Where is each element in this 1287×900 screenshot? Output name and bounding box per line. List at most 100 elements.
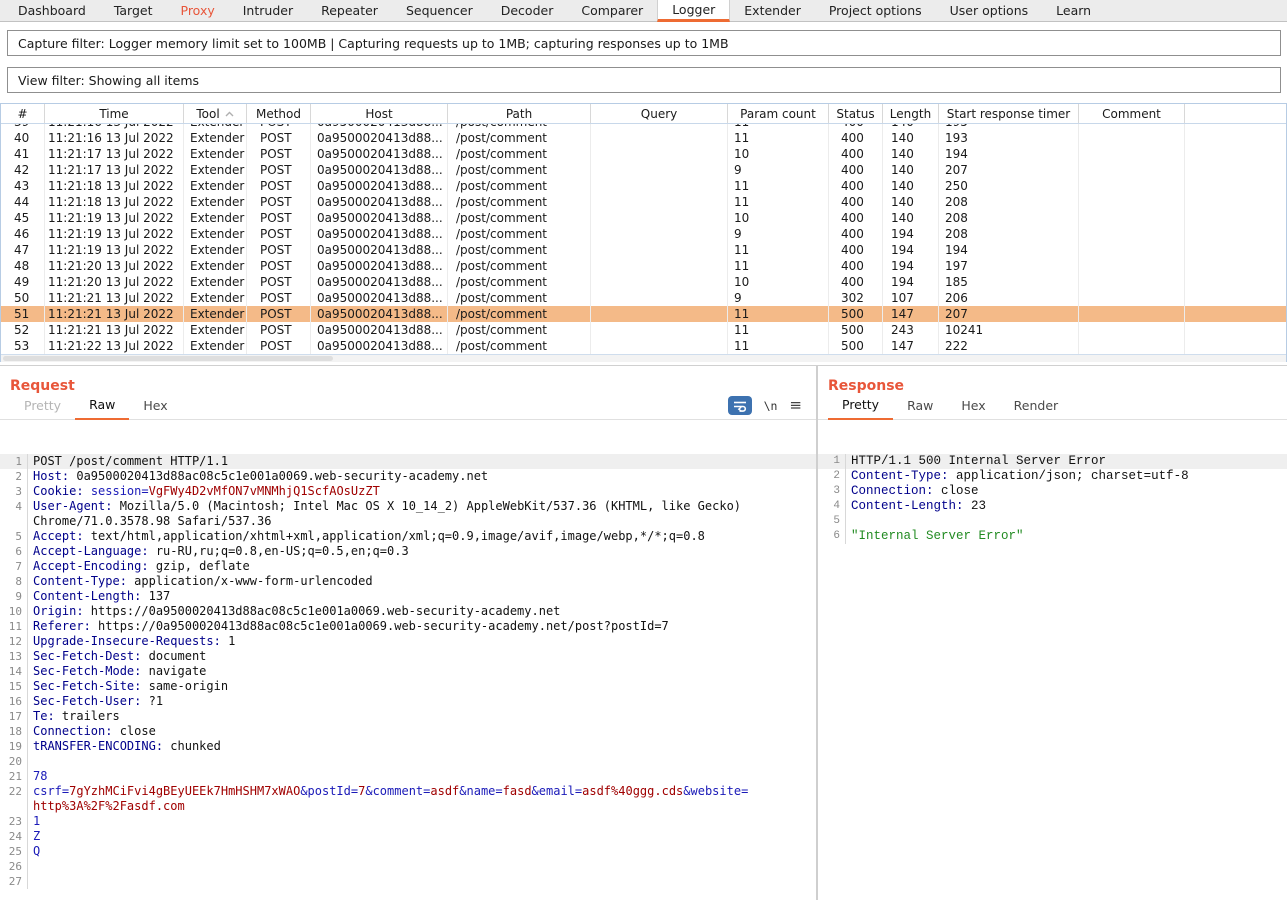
- newline-icon[interactable]: \n: [764, 399, 778, 413]
- editor-line: 15Sec-Fetch-Site: same-origin: [0, 679, 816, 694]
- main-tab-dashboard[interactable]: Dashboard: [4, 0, 100, 21]
- cell-param: 11: [728, 338, 829, 354]
- capture-filter-bar[interactable]: Capture filter: Logger memory limit set …: [7, 30, 1281, 56]
- cell-filler: [1185, 194, 1286, 210]
- table-row-49[interactable]: 4911:21:20 13 Jul 2022ExtenderPOST0a9500…: [1, 274, 1286, 290]
- cell-param: 10: [728, 210, 829, 226]
- column-header-method[interactable]: Method: [247, 104, 311, 123]
- table-row-44[interactable]: 4411:21:18 13 Jul 2022ExtenderPOST0a9500…: [1, 194, 1286, 210]
- table-row-41[interactable]: 4111:21:17 13 Jul 2022ExtenderPOST0a9500…: [1, 146, 1286, 162]
- table-row-51[interactable]: 5111:21:21 13 Jul 2022ExtenderPOST0a9500…: [1, 306, 1286, 322]
- main-tab-learn[interactable]: Learn: [1042, 0, 1105, 21]
- cell-filler: [1185, 274, 1286, 290]
- cell-param: 11: [728, 322, 829, 338]
- table-row-40[interactable]: 4011:21:16 13 Jul 2022ExtenderPOST0a9500…: [1, 130, 1286, 146]
- word-wrap-toggle-icon[interactable]: [728, 396, 752, 415]
- cell-time: 11:21:21 13 Jul 2022: [45, 322, 184, 338]
- cell-time: 11:21:18 13 Jul 2022: [45, 178, 184, 194]
- table-row-50[interactable]: 5011:21:21 13 Jul 2022ExtenderPOST0a9500…: [1, 290, 1286, 306]
- table-body[interactable]: 3911:21:16 13 Jul 2022ExtenderPOST0a9500…: [1, 124, 1286, 354]
- editor-line: 8Content-Type: application/x-www-form-ur…: [0, 574, 816, 589]
- cell-time: 11:21:21 13 Jul 2022: [45, 290, 184, 306]
- line-number: 9: [0, 589, 28, 604]
- table-row-42[interactable]: 4211:21:17 13 Jul 2022ExtenderPOST0a9500…: [1, 162, 1286, 178]
- main-tab-user-options[interactable]: User options: [936, 0, 1043, 21]
- main-tab-proxy[interactable]: Proxy: [167, 0, 229, 21]
- editor-line: 2178: [0, 769, 816, 784]
- column-header-query[interactable]: Query: [591, 104, 728, 123]
- response-panel: Response PrettyRawHexRender 1HTTP/1.1 50…: [818, 366, 1287, 900]
- column-header-time[interactable]: Time: [45, 104, 184, 123]
- column-header-tool[interactable]: Tool: [184, 104, 247, 123]
- editor-line: 4User-Agent: Mozilla/5.0 (Macintosh; Int…: [0, 499, 816, 514]
- cell-method: POST: [247, 338, 311, 354]
- column-label: Comment: [1102, 107, 1161, 121]
- column-header-path[interactable]: Path: [448, 104, 591, 123]
- table-row-46[interactable]: 4611:21:19 13 Jul 2022ExtenderPOST0a9500…: [1, 226, 1286, 242]
- line-content: Sec-Fetch-Site: same-origin: [28, 679, 228, 694]
- response-editor[interactable]: 1HTTP/1.1 500 Internal Server Error2Cont…: [818, 454, 1287, 900]
- column-header-length[interactable]: Length: [883, 104, 939, 123]
- main-tab-repeater[interactable]: Repeater: [307, 0, 392, 21]
- cell-param: 9: [728, 290, 829, 306]
- column-label: Length: [890, 107, 931, 121]
- line-content: Connection: close: [846, 484, 979, 499]
- table-row-52[interactable]: 5211:21:21 13 Jul 2022ExtenderPOST0a9500…: [1, 322, 1286, 338]
- editor-line: 26: [0, 859, 816, 874]
- horizontal-scrollbar-thumb[interactable]: [3, 356, 333, 361]
- column-header-start-response-timer[interactable]: Start response timer: [939, 104, 1079, 123]
- main-tab-comparer[interactable]: Comparer: [567, 0, 657, 21]
- main-tab-intruder[interactable]: Intruder: [229, 0, 307, 21]
- main-tab-extender[interactable]: Extender: [730, 0, 815, 21]
- response-tab-render[interactable]: Render: [1000, 394, 1073, 419]
- cell-host: 0a9500020413d88...: [311, 178, 448, 194]
- response-tab-raw[interactable]: Raw: [893, 394, 947, 419]
- cell-host: 0a9500020413d88...: [311, 258, 448, 274]
- main-tab-logger[interactable]: Logger: [657, 0, 730, 22]
- column-header-num[interactable]: #: [1, 104, 45, 123]
- response-tab-hex[interactable]: Hex: [947, 394, 999, 419]
- line-number: 15: [0, 679, 28, 694]
- column-header-host[interactable]: Host: [311, 104, 448, 123]
- view-filter-bar[interactable]: View filter: Showing all items: [7, 67, 1281, 93]
- editor-line: 2Content-Type: application/json; charset…: [818, 469, 1287, 484]
- cell-comment: [1079, 290, 1185, 306]
- cell-query: [591, 162, 728, 178]
- cell-time: 11:21:19 13 Jul 2022: [45, 210, 184, 226]
- cell-path: /post/comment: [448, 322, 591, 338]
- line-content: 1: [28, 814, 40, 829]
- editor-line: 5: [818, 514, 1287, 529]
- main-tab-target[interactable]: Target: [100, 0, 167, 21]
- cell-query: [591, 242, 728, 258]
- request-tab-raw[interactable]: Raw: [75, 393, 129, 420]
- line-number: 8: [0, 574, 28, 589]
- line-content: [28, 859, 33, 874]
- column-header-status[interactable]: Status: [829, 104, 883, 123]
- response-tab-pretty[interactable]: Pretty: [828, 393, 893, 420]
- request-panel: Request PrettyRawHex \n ≡ 1POST /post/co…: [0, 366, 818, 900]
- table-row-45[interactable]: 4511:21:19 13 Jul 2022ExtenderPOST0a9500…: [1, 210, 1286, 226]
- editor-menu-icon[interactable]: ≡: [789, 398, 802, 413]
- cell-timer: 208: [939, 226, 1079, 242]
- horizontal-scrollbar[interactable]: [1, 354, 1286, 362]
- main-tab-decoder[interactable]: Decoder: [487, 0, 568, 21]
- table-row-53[interactable]: 5311:21:22 13 Jul 2022ExtenderPOST0a9500…: [1, 338, 1286, 354]
- main-tab-sequencer[interactable]: Sequencer: [392, 0, 487, 21]
- cell-num: 41: [1, 146, 45, 162]
- request-tab-pretty[interactable]: Pretty: [10, 394, 75, 419]
- cell-num: 49: [1, 274, 45, 290]
- line-number: 20: [0, 754, 28, 769]
- table-row-47[interactable]: 4711:21:19 13 Jul 2022ExtenderPOST0a9500…: [1, 242, 1286, 258]
- request-tab-hex[interactable]: Hex: [129, 394, 181, 419]
- request-editor[interactable]: 1POST /post/comment HTTP/1.12Host: 0a950…: [0, 454, 816, 900]
- table-row-48[interactable]: 4811:21:20 13 Jul 2022ExtenderPOST0a9500…: [1, 258, 1286, 274]
- main-tab-project-options[interactable]: Project options: [815, 0, 936, 21]
- column-header-comment[interactable]: Comment: [1079, 104, 1185, 123]
- cell-time: 11:21:21 13 Jul 2022: [45, 306, 184, 322]
- table-row-43[interactable]: 4311:21:18 13 Jul 2022ExtenderPOST0a9500…: [1, 178, 1286, 194]
- column-header-param-count[interactable]: Param count: [728, 104, 829, 123]
- cell-num: 46: [1, 226, 45, 242]
- cell-tool: Extender: [184, 242, 247, 258]
- cell-timer: 194: [939, 242, 1079, 258]
- cell-length: 140: [883, 194, 939, 210]
